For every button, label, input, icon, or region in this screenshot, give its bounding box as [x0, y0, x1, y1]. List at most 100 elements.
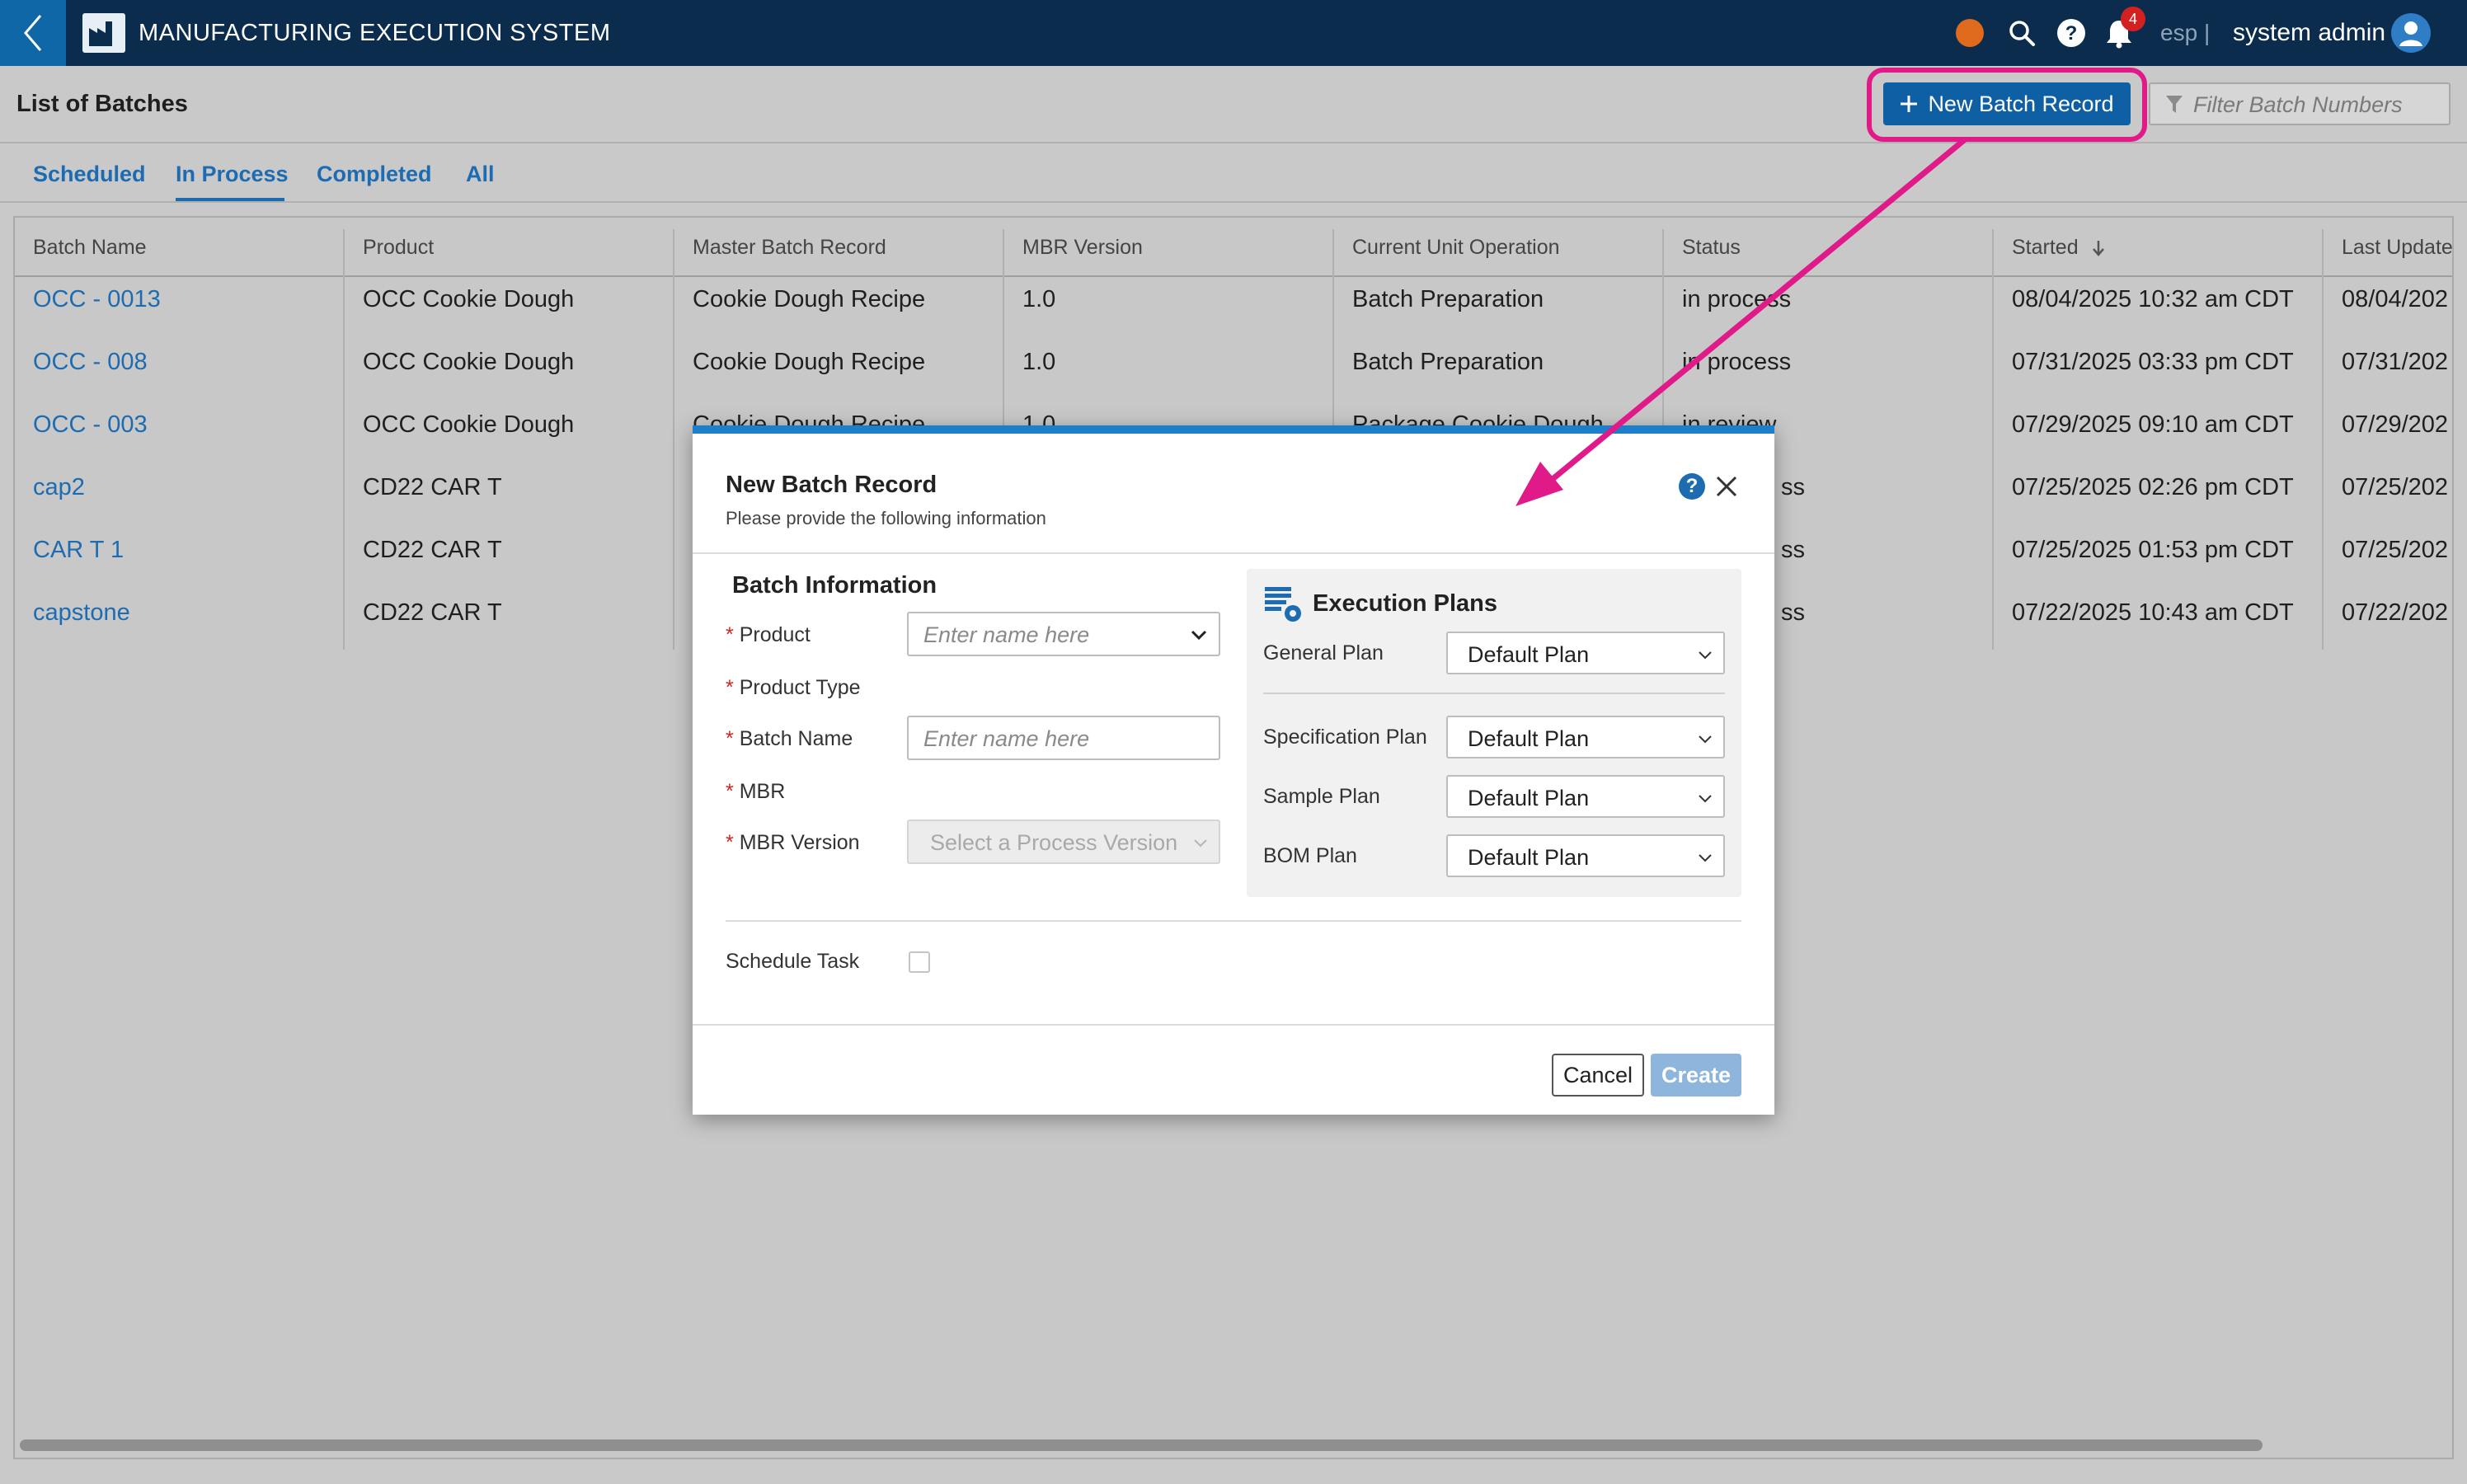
batch-link[interactable]: cap2 [33, 472, 85, 502]
table-cell: ss [1781, 599, 1805, 626]
status-indicator[interactable] [1956, 19, 1984, 47]
mbr-version-label-text: MBR Version [739, 831, 860, 854]
specification-plan-value: Default Plan [1468, 726, 1590, 751]
table-cell: 07/22/202 [2342, 599, 2449, 626]
language-separator: | [2203, 20, 2211, 45]
general-plan-value: Default Plan [1468, 642, 1590, 667]
svg-text:?: ? [2065, 22, 2078, 45]
batch-link[interactable]: capstone [33, 598, 130, 627]
table-cell: 07/25/2025 02:26 pm CDT [2012, 474, 2294, 500]
column-divider [343, 229, 345, 650]
create-button[interactable]: Create [1651, 1054, 1741, 1097]
batch-link[interactable]: CAR T 1 [33, 535, 124, 565]
bom-plan-value: Default Plan [1468, 845, 1590, 870]
table-cell: 1.0 [1022, 349, 1056, 375]
tab-in-process[interactable]: In Process [176, 160, 289, 188]
mbr-version-label: * MBR Version [726, 829, 860, 856]
sample-plan-label: Sample Plan [1263, 785, 1380, 808]
table-cell: 07/22/2025 10:43 am CDT [2012, 599, 2294, 626]
column-header-started[interactable]: Started [2012, 232, 2106, 262]
chevron-down-icon [1699, 735, 1712, 744]
chevron-down-icon [1699, 651, 1712, 660]
required-marker: * [726, 727, 734, 750]
schedule-task-checkbox[interactable] [909, 951, 930, 973]
column-header-status[interactable]: Status [1682, 232, 1741, 262]
tab-all[interactable]: All [466, 160, 495, 188]
product-type-label: * Product Type [726, 674, 861, 701]
notification-badge: 4 [2121, 7, 2145, 31]
table-cell: Batch Preparation [1352, 286, 1544, 312]
tabs-divider [0, 201, 2467, 203]
schedule-task-label: Schedule Task [726, 950, 860, 973]
bom-plan-select[interactable]: Default Plan [1446, 834, 1725, 877]
batch-name-placeholder: Enter name here [923, 726, 1090, 751]
column-divider [673, 229, 674, 650]
table-cell: 07/25/202 [2342, 474, 2449, 500]
page-title: List of Batches [16, 91, 188, 117]
dialog-header-divider [693, 552, 1774, 554]
table-cell: 07/31/202 [2342, 349, 2449, 375]
table-cell: CD22 CAR T [363, 474, 502, 500]
product-label-text: Product [739, 623, 811, 646]
column-header-master-batch-record[interactable]: Master Batch Record [693, 232, 886, 262]
column-header-started-label: Started [2012, 236, 2079, 259]
product-select[interactable]: Enter name here [907, 612, 1220, 656]
batch-information-heading: Batch Information [732, 572, 937, 599]
sort-down-icon [2092, 241, 2104, 257]
table-cell: in process [1682, 349, 1792, 375]
dialog-subtitle: Please provide the following information [726, 508, 1046, 528]
header-divider [0, 142, 2467, 143]
table-cell: 07/29/2025 09:10 am CDT [2012, 411, 2294, 438]
sample-plan-select[interactable]: Default Plan [1446, 775, 1725, 818]
general-plan-select[interactable]: Default Plan [1446, 632, 1725, 674]
table-cell: CD22 CAR T [363, 537, 502, 563]
chevron-down-icon [1699, 854, 1712, 862]
batch-link[interactable]: OCC - 008 [33, 347, 148, 377]
help-icon[interactable]: ? [1679, 473, 1705, 500]
table-cell: ss [1781, 537, 1805, 563]
language-selector[interactable]: esp | [2160, 16, 2210, 49]
back-button[interactable] [0, 0, 66, 66]
specification-plan-select[interactable]: Default Plan [1446, 716, 1725, 758]
batch-link[interactable]: OCC - 0013 [33, 284, 161, 314]
column-header-batch-name[interactable]: Batch Name [33, 232, 147, 262]
column-header-last-update[interactable]: Last Update [2342, 232, 2453, 262]
batch-link[interactable]: OCC - 003 [33, 410, 148, 439]
horizontal-scrollbar[interactable] [20, 1439, 2263, 1451]
tab-scheduled[interactable]: Scheduled [33, 160, 146, 188]
factory-logo-icon [82, 13, 125, 53]
general-plan-label: General Plan [1263, 641, 1384, 665]
table-cell: 07/29/202 [2342, 411, 2449, 438]
help-icon[interactable]: ? [2055, 16, 2088, 49]
batch-name-input[interactable]: Enter name here [907, 716, 1220, 760]
tab-completed[interactable]: Completed [317, 160, 432, 188]
column-header-product[interactable]: Product [363, 232, 434, 262]
top-bar: MANUFACTURING EXECUTION SYSTEM ? 4 esp |… [0, 0, 2467, 66]
dialog-footer-divider [693, 1024, 1774, 1026]
mbr-label-text: MBR [739, 780, 786, 803]
user-name[interactable]: system admin [2233, 16, 2385, 49]
table-cell: 07/25/2025 01:53 pm CDT [2012, 537, 2294, 563]
filter-batch-input[interactable]: Filter Batch Numbers [2149, 82, 2451, 125]
plans-divider [1263, 693, 1725, 694]
chevron-left-icon [24, 15, 42, 51]
column-header-current-unit-operation[interactable]: Current Unit Operation [1352, 232, 1560, 262]
table-cell: 08/04/202 [2342, 286, 2449, 312]
product-placeholder: Enter name here [923, 622, 1090, 647]
close-icon[interactable] [1712, 472, 1741, 501]
table-cell: Cookie Dough Recipe [693, 349, 926, 375]
column-header-mbr-version[interactable]: MBR Version [1022, 232, 1143, 262]
avatar[interactable] [2391, 13, 2431, 53]
chevron-down-icon [1194, 839, 1207, 848]
specification-plan-label: Specification Plan [1263, 726, 1427, 749]
mbr-version-placeholder: Select a Process Version [930, 830, 1178, 855]
table-cell: OCC Cookie Dough [363, 286, 575, 312]
search-icon[interactable] [2005, 16, 2038, 49]
chevron-down-icon [1699, 795, 1712, 803]
cancel-button[interactable]: Cancel [1552, 1054, 1644, 1097]
annotation-highlight [1867, 68, 2147, 142]
batch-name-label: * Batch Name [726, 726, 853, 752]
chevron-down-icon [1191, 630, 1207, 641]
table-cell: Cookie Dough Recipe [693, 286, 926, 312]
column-divider [1992, 229, 1994, 650]
